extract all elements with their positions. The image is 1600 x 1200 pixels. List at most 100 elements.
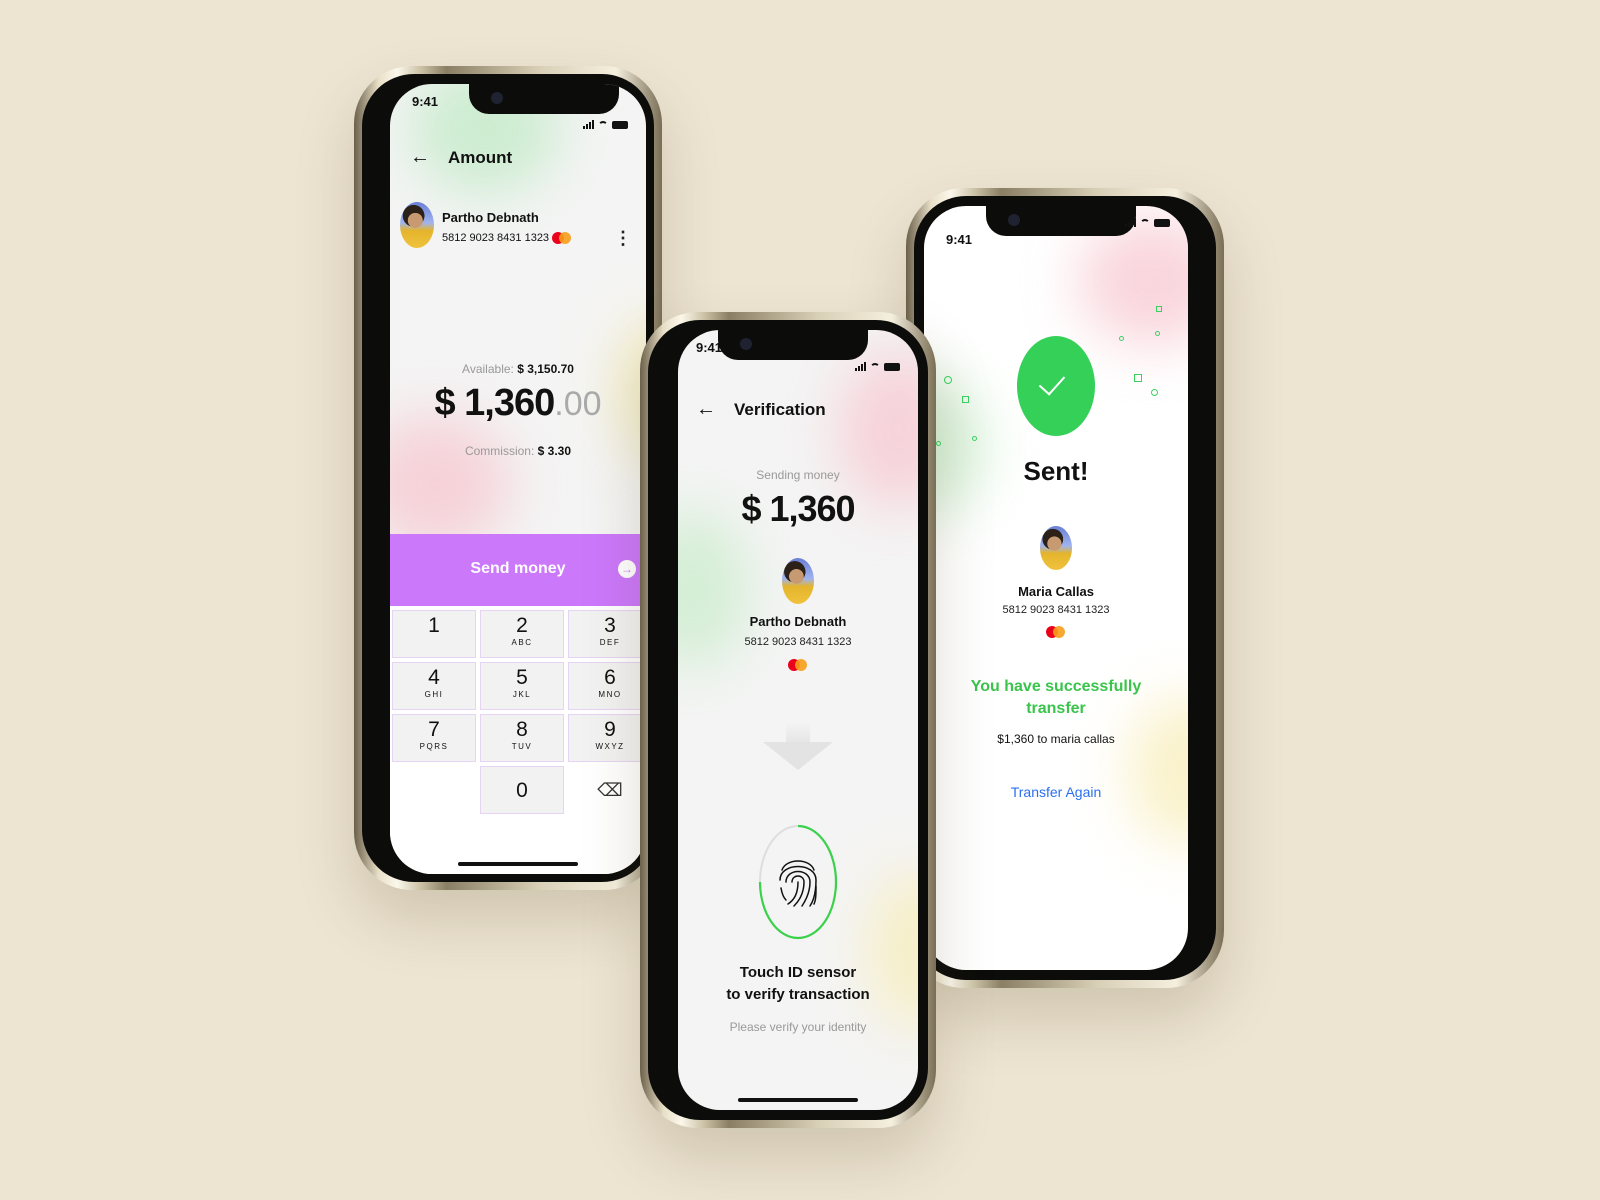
status-time: 9:41 bbox=[412, 94, 439, 109]
phone-verification: 9:41 ← Verification Sending money $ 1,36… bbox=[640, 312, 936, 1128]
recipient-row[interactable]: Partho Debnath 5812 9023 8431 1323 ⋮ bbox=[400, 202, 636, 252]
keypad-key-5[interactable]: 5 JKL bbox=[480, 662, 564, 710]
recipient-name: Partho Debnath bbox=[442, 210, 539, 225]
fingerprint-icon bbox=[779, 860, 817, 907]
status-time: 9:41 bbox=[946, 232, 973, 247]
transfer-detail: $1,360 to maria callas bbox=[997, 732, 1115, 746]
key-digit: 3 bbox=[604, 614, 616, 637]
keypad-key-9[interactable]: 9 WXYZ bbox=[568, 714, 646, 762]
recipient-name: Maria Callas bbox=[1018, 584, 1094, 599]
back-arrow-icon[interactable]: ← bbox=[410, 146, 430, 169]
success-message: You have successfully transfer bbox=[924, 676, 1188, 720]
header: ← Verification bbox=[696, 398, 826, 421]
more-options-icon[interactable]: ⋮ bbox=[614, 228, 632, 249]
wifi-icon bbox=[870, 363, 880, 371]
home-indicator bbox=[738, 1098, 858, 1102]
key-digit: 9 bbox=[604, 718, 616, 741]
key-letters: DEF bbox=[599, 638, 621, 647]
amount-screen: 9:41 ← Amount Partho Debnath 5812 9023 8… bbox=[390, 84, 646, 874]
header: ← Amount bbox=[410, 146, 512, 169]
available-value: $ 3,150.70 bbox=[517, 362, 574, 376]
confetti-square bbox=[962, 396, 969, 403]
confetti-circle bbox=[944, 376, 952, 384]
card-number: 5812 9023 8431 1323 bbox=[1002, 604, 1110, 616]
battery-icon bbox=[612, 121, 628, 129]
confetti-circle bbox=[1155, 331, 1160, 336]
status-time: 9:41 bbox=[696, 340, 723, 355]
touch-id-progress-ring[interactable] bbox=[756, 822, 840, 942]
keypad-key-0[interactable]: 0 bbox=[480, 766, 564, 814]
key-digit: 2 bbox=[516, 614, 528, 637]
send-money-label: Send money bbox=[470, 560, 566, 577]
mastercard-icon bbox=[788, 658, 808, 671]
signal-icon bbox=[855, 362, 866, 371]
page-title: Verification bbox=[734, 399, 826, 419]
key-digit: 1 bbox=[428, 614, 440, 637]
home-indicator bbox=[996, 958, 1116, 962]
key-digit: 8 bbox=[516, 718, 528, 741]
card-number: 5812 9023 8431 1323 bbox=[744, 636, 852, 648]
key-digit: 5 bbox=[516, 666, 528, 689]
key-letters: PQRS bbox=[419, 742, 449, 751]
keypad-key-4[interactable]: 4 GHI bbox=[392, 662, 476, 710]
send-money-button[interactable]: Send money → bbox=[390, 534, 646, 606]
verify-identity-subtext: Please verify your identity bbox=[729, 1020, 867, 1034]
keypad-key-2[interactable]: 2 ABC bbox=[480, 610, 564, 658]
commission-label: Commission: bbox=[464, 444, 535, 458]
success-check-badge bbox=[1017, 336, 1095, 436]
key-letters: TUV bbox=[511, 742, 533, 751]
sending-label: Sending money bbox=[756, 468, 840, 482]
checkmark-icon bbox=[1038, 368, 1066, 396]
card-number: 5812 9023 8431 1323 bbox=[442, 232, 550, 244]
heading-line-2: to verify transaction bbox=[726, 986, 870, 1003]
key-digit: 4 bbox=[428, 666, 440, 689]
verification-screen: 9:41 ← Verification Sending money $ 1,36… bbox=[678, 330, 918, 1110]
home-indicator bbox=[458, 862, 578, 866]
available-label: Available: bbox=[462, 362, 514, 376]
wifi-icon bbox=[598, 121, 608, 129]
key-digit: 0 bbox=[516, 779, 528, 802]
signal-icon bbox=[1125, 218, 1136, 227]
key-letters: MNO bbox=[598, 690, 622, 699]
phone-bezel: 9:41 ← Amount Partho Debnath 5812 9023 8… bbox=[362, 74, 654, 882]
phone-bezel: 9:41 Sent! Maria Callas 5812 9023 8431 1… bbox=[914, 196, 1216, 980]
avatar bbox=[1040, 526, 1072, 570]
confetti-square bbox=[1134, 374, 1142, 382]
backspace-icon[interactable]: ⌫ bbox=[568, 766, 646, 814]
confetti-circle bbox=[972, 436, 977, 441]
key-letters: ABC bbox=[511, 638, 533, 647]
phone-sent: 9:41 Sent! Maria Callas 5812 9023 8431 1… bbox=[906, 188, 1224, 988]
keypad-key-6[interactable]: 6 MNO bbox=[568, 662, 646, 710]
status-bar: 9:41 bbox=[946, 216, 1170, 247]
heading-line-1: Touch ID sensor bbox=[739, 964, 857, 981]
key-letters: JKL bbox=[512, 690, 532, 699]
commission-value: $ 3.30 bbox=[537, 444, 572, 458]
sent-heading: Sent! bbox=[1023, 456, 1089, 486]
confetti-circle bbox=[1119, 336, 1124, 341]
amount-value: $ 1,360 bbox=[434, 382, 555, 424]
back-arrow-icon[interactable]: ← bbox=[696, 398, 716, 421]
wifi-icon bbox=[1140, 219, 1150, 227]
battery-icon bbox=[1154, 219, 1170, 227]
recipient-name: Partho Debnath bbox=[749, 614, 847, 629]
keypad-key-1[interactable]: 1 bbox=[392, 610, 476, 658]
mastercard-icon bbox=[552, 232, 572, 245]
phone-bezel: 9:41 ← Verification Sending money $ 1,36… bbox=[648, 320, 928, 1120]
touch-id-heading: Touch ID sensor to verify transaction bbox=[678, 962, 918, 1006]
confetti-square bbox=[1156, 306, 1162, 312]
transfer-again-link[interactable]: Transfer Again bbox=[924, 784, 1188, 800]
confetti-circle bbox=[936, 441, 941, 446]
signal-icon bbox=[583, 120, 594, 129]
key-digit: 7 bbox=[428, 718, 440, 741]
keypad-key-7[interactable]: 7 PQRS bbox=[392, 714, 476, 762]
keypad: 1 2 ABC 3 DEF 4 GHI 5 JKL 6 MNO 7 PQRS 8 TUV 9 WXYZ 0 ⌫ bbox=[390, 606, 646, 874]
key-digit: 6 bbox=[604, 666, 616, 689]
key-letters: GHI bbox=[424, 690, 444, 699]
keypad-key-3[interactable]: 3 DEF bbox=[568, 610, 646, 658]
keypad-key-8[interactable]: 8 TUV bbox=[480, 714, 564, 762]
battery-icon bbox=[884, 363, 900, 371]
status-bar: 9:41 bbox=[412, 94, 628, 129]
page-title: Amount bbox=[448, 147, 513, 167]
key-letters: WXYZ bbox=[595, 742, 625, 751]
arrow-right-circle-icon: → bbox=[618, 560, 636, 578]
